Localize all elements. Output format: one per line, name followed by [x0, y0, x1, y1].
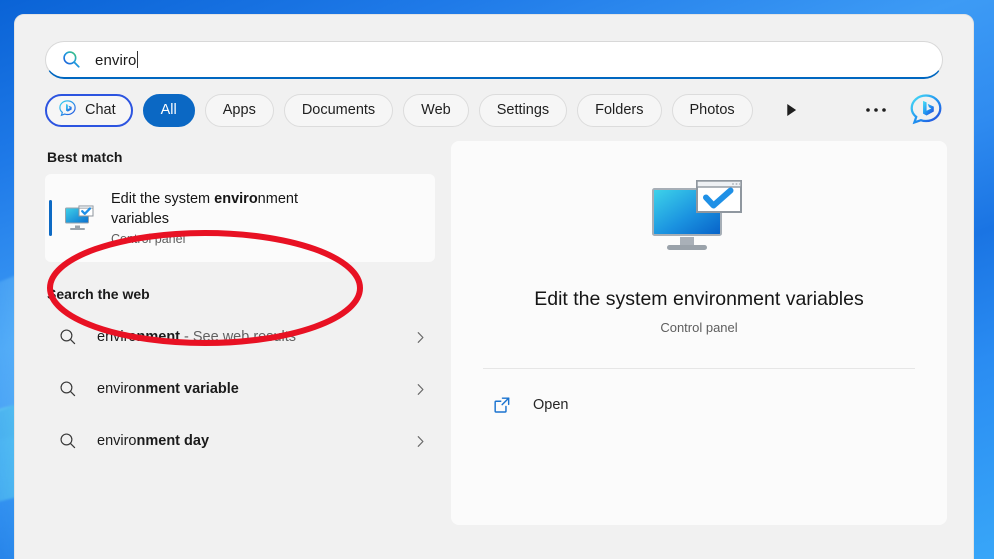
- open-external-icon: [493, 396, 511, 414]
- search-results-body: Best match Edit the system environment v…: [15, 127, 973, 525]
- open-action-button[interactable]: Open: [481, 383, 917, 427]
- play-arrow-icon[interactable]: [777, 95, 807, 125]
- search-icon: [62, 50, 81, 69]
- best-match-text: Edit the system environment variables Co…: [111, 190, 351, 246]
- web-suggestion-label: environment day: [97, 433, 210, 449]
- filter-pill-documents[interactable]: Documents: [283, 93, 394, 127]
- filter-pill-apps[interactable]: Apps: [204, 93, 274, 127]
- text-caret: [137, 50, 139, 68]
- best-match-result[interactable]: Edit the system environment variables Co…: [45, 174, 435, 262]
- filter-pill-apps-label: Apps: [222, 102, 256, 118]
- filter-pill-web[interactable]: Web: [403, 93, 469, 127]
- filter-pill-settings-label: Settings: [496, 102, 550, 118]
- web-suggestion-label: environment variable: [97, 381, 239, 397]
- search-the-web-header: Search the web: [47, 286, 150, 302]
- filter-pill-folders[interactable]: Folders: [577, 93, 662, 127]
- best-match-title: Edit the system environment variables: [111, 190, 298, 227]
- bing-chat-icon: [58, 99, 77, 122]
- ellipsis-icon[interactable]: [861, 95, 891, 125]
- search-icon: [59, 328, 77, 346]
- web-suggestion-row[interactable]: environment - See web results: [45, 311, 435, 363]
- filter-pill-all-label: All: [160, 102, 177, 118]
- system-properties-monitor-icon: [481, 175, 917, 265]
- search-input[interactable]: enviro: [45, 41, 943, 79]
- system-properties-monitor-icon: [63, 202, 95, 234]
- chevron-right-icon: [414, 383, 427, 396]
- filter-pill-photos-label: Photos: [689, 102, 735, 118]
- divider: [483, 368, 915, 370]
- results-left-column: Best match Edit the system environment v…: [15, 141, 451, 525]
- chevron-right-icon: [414, 331, 427, 344]
- filter-pill-documents-label: Documents: [301, 102, 376, 118]
- filter-pill-photos[interactable]: Photos: [671, 93, 753, 127]
- search-flyout-panel: enviro Chat All Apps Documents Web Setti…: [14, 14, 974, 559]
- search-icon: [59, 380, 77, 398]
- search-box-container: enviro: [15, 15, 973, 79]
- search-icon: [59, 432, 77, 450]
- filter-pill-settings[interactable]: Settings: [478, 93, 568, 127]
- preview-subtitle: Control panel: [660, 320, 738, 336]
- preview-title: Edit the system environment variables: [534, 288, 864, 310]
- filter-pill-chat[interactable]: Chat: [45, 93, 133, 127]
- bing-chat-icon[interactable]: [909, 93, 943, 127]
- search-filter-bar: Chat All Apps Documents Web Settings Fol…: [15, 79, 973, 127]
- best-match-subtitle: Control panel: [111, 232, 186, 247]
- open-action-label: Open: [533, 397, 569, 414]
- filter-pill-all[interactable]: All: [142, 93, 195, 127]
- search-input-value: enviro: [95, 50, 139, 69]
- web-suggestion-row[interactable]: environment variable: [45, 363, 435, 415]
- chevron-right-icon: [414, 435, 427, 448]
- filter-pill-chat-label: Chat: [85, 102, 116, 118]
- selection-indicator: [49, 200, 52, 236]
- filter-pill-folders-label: Folders: [595, 102, 644, 118]
- filter-pill-web-label: Web: [421, 102, 451, 118]
- web-suggestion-row[interactable]: environment day: [45, 415, 435, 467]
- best-match-header: Best match: [47, 149, 123, 165]
- results-right-column: Edit the system environment variables Co…: [451, 141, 973, 525]
- preview-panel: Edit the system environment variables Co…: [451, 141, 947, 525]
- web-suggestion-label: environment - See web results: [97, 329, 297, 345]
